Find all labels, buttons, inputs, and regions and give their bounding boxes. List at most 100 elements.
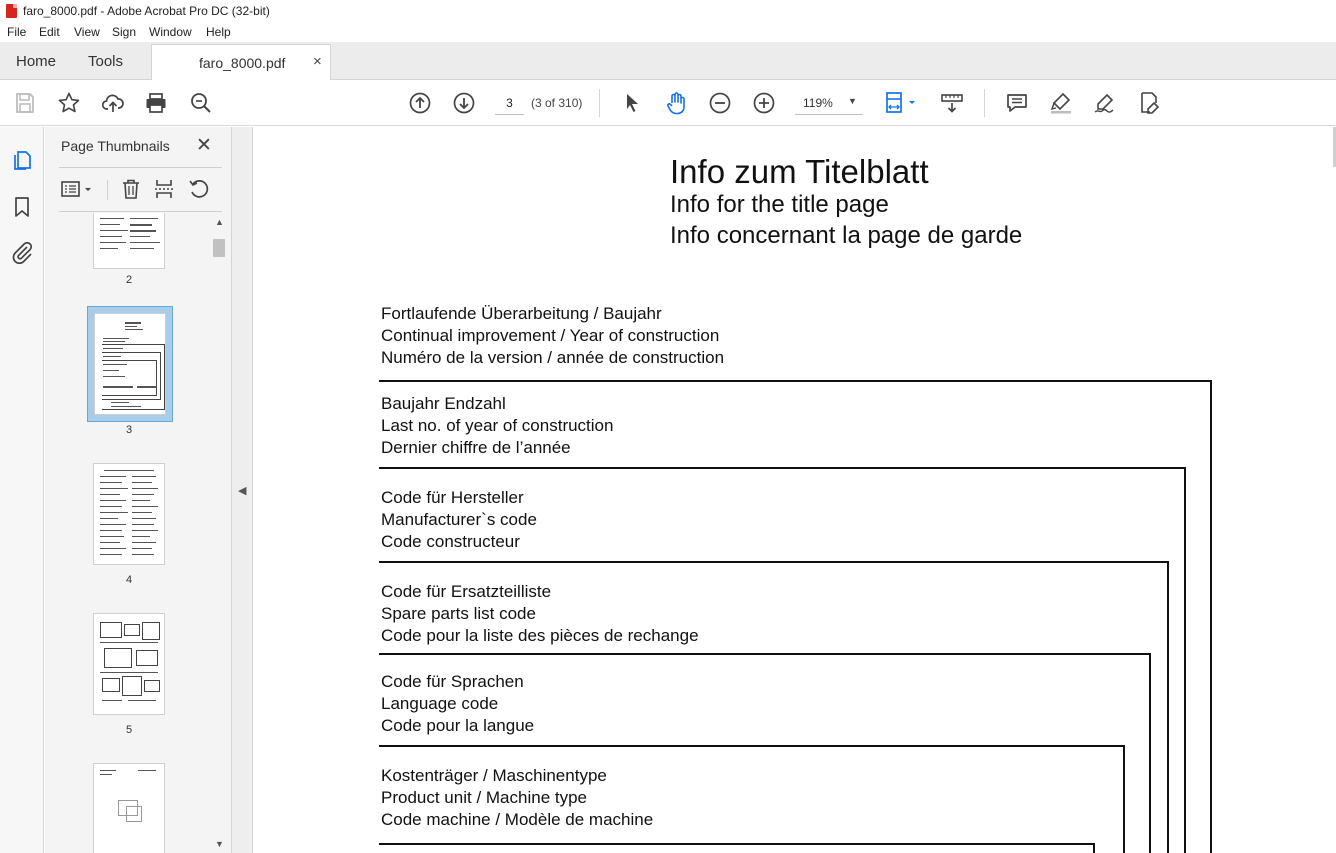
toolbar-divider	[599, 89, 600, 117]
select-cursor-icon[interactable]	[620, 91, 644, 115]
menu-file[interactable]: File	[7, 25, 26, 39]
field-bracket-line	[379, 653, 1151, 655]
chevron-down-icon: ▼	[848, 96, 857, 106]
sign-icon[interactable]	[1093, 91, 1117, 115]
zoom-in-icon[interactable]	[752, 91, 776, 115]
next-page-icon[interactable]	[452, 91, 476, 115]
hand-tool-icon[interactable]	[664, 91, 688, 115]
field-block: Code für Ersatzteilliste Spare parts lis…	[381, 581, 699, 647]
field-block: Code für Sprachen Language code Code pou…	[381, 671, 534, 737]
thumbnails-title: Page Thumbnails	[61, 138, 170, 154]
field-label-en: Continual improvement / Year of construc…	[381, 326, 720, 345]
panel-divider	[107, 180, 108, 200]
fill-sign-icon[interactable]	[1137, 91, 1161, 115]
zoom-out-icon[interactable]	[708, 91, 732, 115]
panel-divider	[59, 167, 222, 168]
field-label-fr: Code constructeur	[381, 532, 520, 551]
title-bar: faro_8000.pdf - Adobe Acrobat Pro DC (32…	[0, 0, 1336, 22]
delete-page-icon[interactable]	[120, 178, 142, 200]
tab-document[interactable]: faro_8000.pdf ×	[151, 44, 331, 80]
field-block: Kostenträger / Maschinentype Product uni…	[381, 765, 653, 831]
page-thumbnails-icon[interactable]	[10, 148, 34, 172]
field-block: Baujahr Endzahl Last no. of year of cons…	[381, 393, 613, 459]
thumbnails-scrollbar[interactable]: ▲ ▼	[212, 213, 226, 853]
tab-bar: Home Tools faro_8000.pdf ×	[0, 42, 1336, 80]
page-number-input[interactable]	[495, 92, 524, 115]
thumbnail-page-number: 3	[125, 424, 133, 436]
field-label-fr: Code pour la liste des pièces de rechang…	[381, 626, 699, 645]
menu-help[interactable]: Help	[206, 25, 231, 39]
field-label-de: Code für Sprachen	[381, 672, 524, 691]
thumbnail-options-icon[interactable]	[60, 178, 94, 200]
page-thumbnail-2[interactable]	[93, 213, 165, 269]
field-bracket-line	[1149, 653, 1151, 853]
close-tab-icon[interactable]: ×	[313, 53, 322, 70]
scrollbar-thumb[interactable]	[213, 239, 225, 257]
scroll-up-icon[interactable]: ▲	[215, 217, 224, 227]
field-label-en: Product unit / Machine type	[381, 788, 588, 807]
pdf-app-icon	[6, 4, 17, 18]
field-label-de: Baujahr Endzahl	[381, 394, 506, 413]
doc-title-fr: Info concernant la page de garde	[670, 222, 1023, 249]
page-thumbnail-4[interactable]	[93, 463, 165, 565]
zoom-value: 119%	[803, 96, 833, 110]
field-bracket-line	[1093, 843, 1095, 853]
field-label-de: Fortlaufende Überarbeitung / Baujahr	[381, 304, 662, 323]
field-label-fr: Code machine / Modèle de machine	[381, 810, 654, 829]
save-icon[interactable]	[13, 91, 37, 115]
field-label-de: Kostenträger / Maschinentype	[381, 766, 607, 785]
field-label-en: Last no. of year of construction	[381, 416, 614, 435]
menu-edit[interactable]: Edit	[39, 25, 60, 39]
left-rail	[0, 127, 44, 853]
document-tab-label: faro_8000.pdf	[199, 55, 286, 71]
toolbar-divider	[984, 89, 985, 117]
field-label-fr: Code pour la langue	[381, 716, 535, 735]
attachments-icon[interactable]	[10, 240, 34, 264]
close-panel-icon[interactable]: ✕	[196, 134, 212, 157]
thumbnail-list: 2 3 4 5	[45, 213, 213, 853]
document-view[interactable]: Info zum Titelblatt Info for the title p…	[253, 127, 1336, 853]
page-thumbnail-3[interactable]	[94, 313, 166, 415]
prev-page-icon[interactable]	[408, 91, 432, 115]
extract-page-icon[interactable]	[153, 178, 175, 200]
field-label-en: Spare parts list code	[381, 604, 536, 623]
menu-bar: File Edit View Sign Window Help	[0, 22, 1336, 42]
collapse-panel-icon[interactable]: ◀	[238, 484, 246, 497]
field-block: Fortlaufende Überarbeitung / Baujahr Con…	[381, 303, 724, 369]
search-zoom-icon[interactable]	[189, 91, 213, 115]
menu-sign[interactable]: Sign	[112, 25, 136, 39]
upload-icon[interactable]	[101, 91, 125, 115]
window-title: faro_8000.pdf - Adobe Acrobat Pro DC (32…	[23, 4, 270, 18]
bookmarks-icon[interactable]	[10, 195, 34, 219]
tab-tools[interactable]: Tools	[88, 53, 123, 70]
comment-icon[interactable]	[1005, 91, 1029, 115]
scroll-down-icon[interactable]: ▼	[215, 839, 224, 849]
panel-splitter[interactable]: ◀	[231, 127, 253, 853]
thumbnail-page-number: 5	[125, 724, 133, 736]
field-bracket-line	[1123, 745, 1125, 853]
field-label-en: Language code	[381, 694, 499, 713]
field-label-fr: Numéro de la version / année de construc…	[381, 348, 725, 367]
field-bracket-line	[379, 843, 1095, 845]
fit-page-icon[interactable]	[884, 91, 920, 115]
panel-divider	[59, 211, 222, 212]
field-bracket-line	[379, 745, 1125, 747]
doc-title-en: Info for the title page	[670, 191, 889, 218]
field-label-en: Manufacturer`s code	[381, 510, 537, 529]
page-thumbnail-5[interactable]	[93, 613, 165, 715]
rotate-page-icon[interactable]	[188, 178, 210, 200]
page-thumbnail-6[interactable]	[93, 763, 165, 853]
print-icon[interactable]	[144, 91, 168, 115]
field-block: Code für Hersteller Manufacturer`s code …	[381, 487, 537, 553]
field-bracket-line	[379, 380, 1212, 382]
menu-window[interactable]: Window	[149, 25, 192, 39]
menu-view[interactable]: View	[74, 25, 100, 39]
scroll-mode-icon[interactable]	[940, 91, 964, 115]
doc-title-de: Info zum Titelblatt	[670, 153, 929, 190]
tab-home[interactable]: Home	[16, 53, 56, 70]
field-bracket-line	[1210, 380, 1212, 853]
zoom-select[interactable]: 119% ▼	[795, 92, 863, 115]
toolbar: (3 of 310) 119% ▼	[0, 80, 1336, 126]
highlight-icon[interactable]	[1049, 91, 1073, 115]
bookmark-star-icon[interactable]	[57, 91, 81, 115]
